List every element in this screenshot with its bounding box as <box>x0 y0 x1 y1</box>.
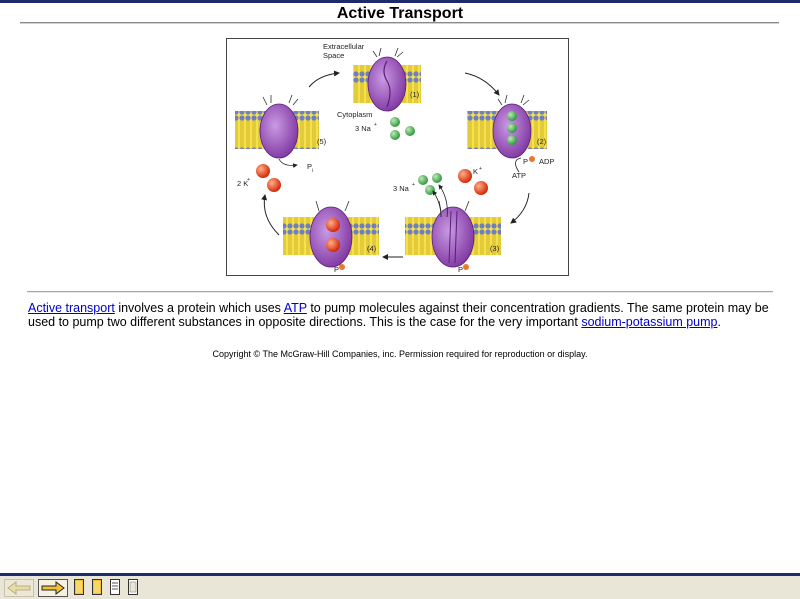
step3-sodium-label: 3 Na <box>393 184 410 193</box>
adp-label: ADP <box>539 157 554 166</box>
title-divider <box>20 22 779 24</box>
page-title: Active Transport <box>336 5 464 22</box>
p-label-step3: P <box>458 265 463 274</box>
cytoplasm-label: Cytoplasm <box>337 110 372 119</box>
plus-sign: + <box>479 166 482 172</box>
step-1-pump <box>353 47 421 112</box>
atp-link[interactable]: ATP <box>284 301 307 315</box>
step-3-pump <box>405 200 501 268</box>
p-label-step4: P <box>334 265 339 274</box>
step-1-label: (1) <box>410 90 420 99</box>
cycle-arrow <box>510 192 530 224</box>
cycle-arrow <box>464 72 500 96</box>
forward-arrow-icon[interactable] <box>38 579 68 597</box>
active-transport-figure: Extracellular Space Cytoplasm (1) 3 Na +… <box>226 38 569 276</box>
description-paragraph: Active transport involves a protein whic… <box>28 301 778 329</box>
step-5-pump <box>235 94 319 159</box>
sodium-potassium-pump-diagram: Extracellular Space Cytoplasm (1) 3 Na +… <box>235 42 554 274</box>
phosphate <box>339 264 345 270</box>
step-2-label: (2) <box>537 137 547 146</box>
p-label: P <box>523 157 528 166</box>
phosphate <box>463 264 469 270</box>
sodium-ion <box>390 117 400 127</box>
top-border <box>0 0 800 3</box>
cycle-arrow <box>308 70 340 88</box>
plus-sign: + <box>374 122 377 128</box>
sodium-potassium-pump-link[interactable]: sodium-potassium pump <box>581 315 717 329</box>
step-4-label: (4) <box>367 244 377 253</box>
atp-label: ATP <box>512 171 526 180</box>
sodium-ion <box>425 185 435 195</box>
k-label: K <box>473 167 478 176</box>
step-2-pump <box>467 94 547 159</box>
plus-sign: + <box>247 177 250 183</box>
navigation-bar <box>0 573 800 599</box>
active-transport-link[interactable]: Active transport <box>28 301 115 315</box>
step-3-label: (3) <box>490 244 500 253</box>
sodium-ion <box>405 126 415 136</box>
pi-subscript: i <box>312 168 313 174</box>
sodium-ion <box>432 173 442 183</box>
potassium-ion <box>474 181 488 195</box>
potassium-ion <box>267 178 281 192</box>
sodium-ion <box>418 175 428 185</box>
cycle-arrow <box>261 194 280 236</box>
page-icon[interactable] <box>92 579 102 597</box>
paragraph-text: involves a protein which uses <box>114 301 284 315</box>
space-label: Space <box>323 51 344 60</box>
potassium-ion <box>256 164 270 178</box>
phosphate <box>529 156 535 162</box>
paragraph-text: . <box>717 315 721 329</box>
extracellular-label: Extracellular <box>323 42 365 51</box>
step-4-pump <box>283 200 379 268</box>
step1-sodium-label: 3 Na <box>355 124 372 133</box>
page-icon[interactable] <box>128 579 138 597</box>
plus-sign: + <box>412 182 415 188</box>
sodium-ion <box>390 130 400 140</box>
step-5-label: (5) <box>317 137 327 146</box>
back-arrow-icon[interactable] <box>4 579 34 597</box>
document-icon[interactable] <box>110 579 120 597</box>
content-divider <box>27 291 773 293</box>
copyright-notice: Copyright © The McGraw-Hill Companies, i… <box>212 349 588 359</box>
potassium-ion <box>458 169 472 183</box>
page-icon[interactable] <box>74 579 84 597</box>
